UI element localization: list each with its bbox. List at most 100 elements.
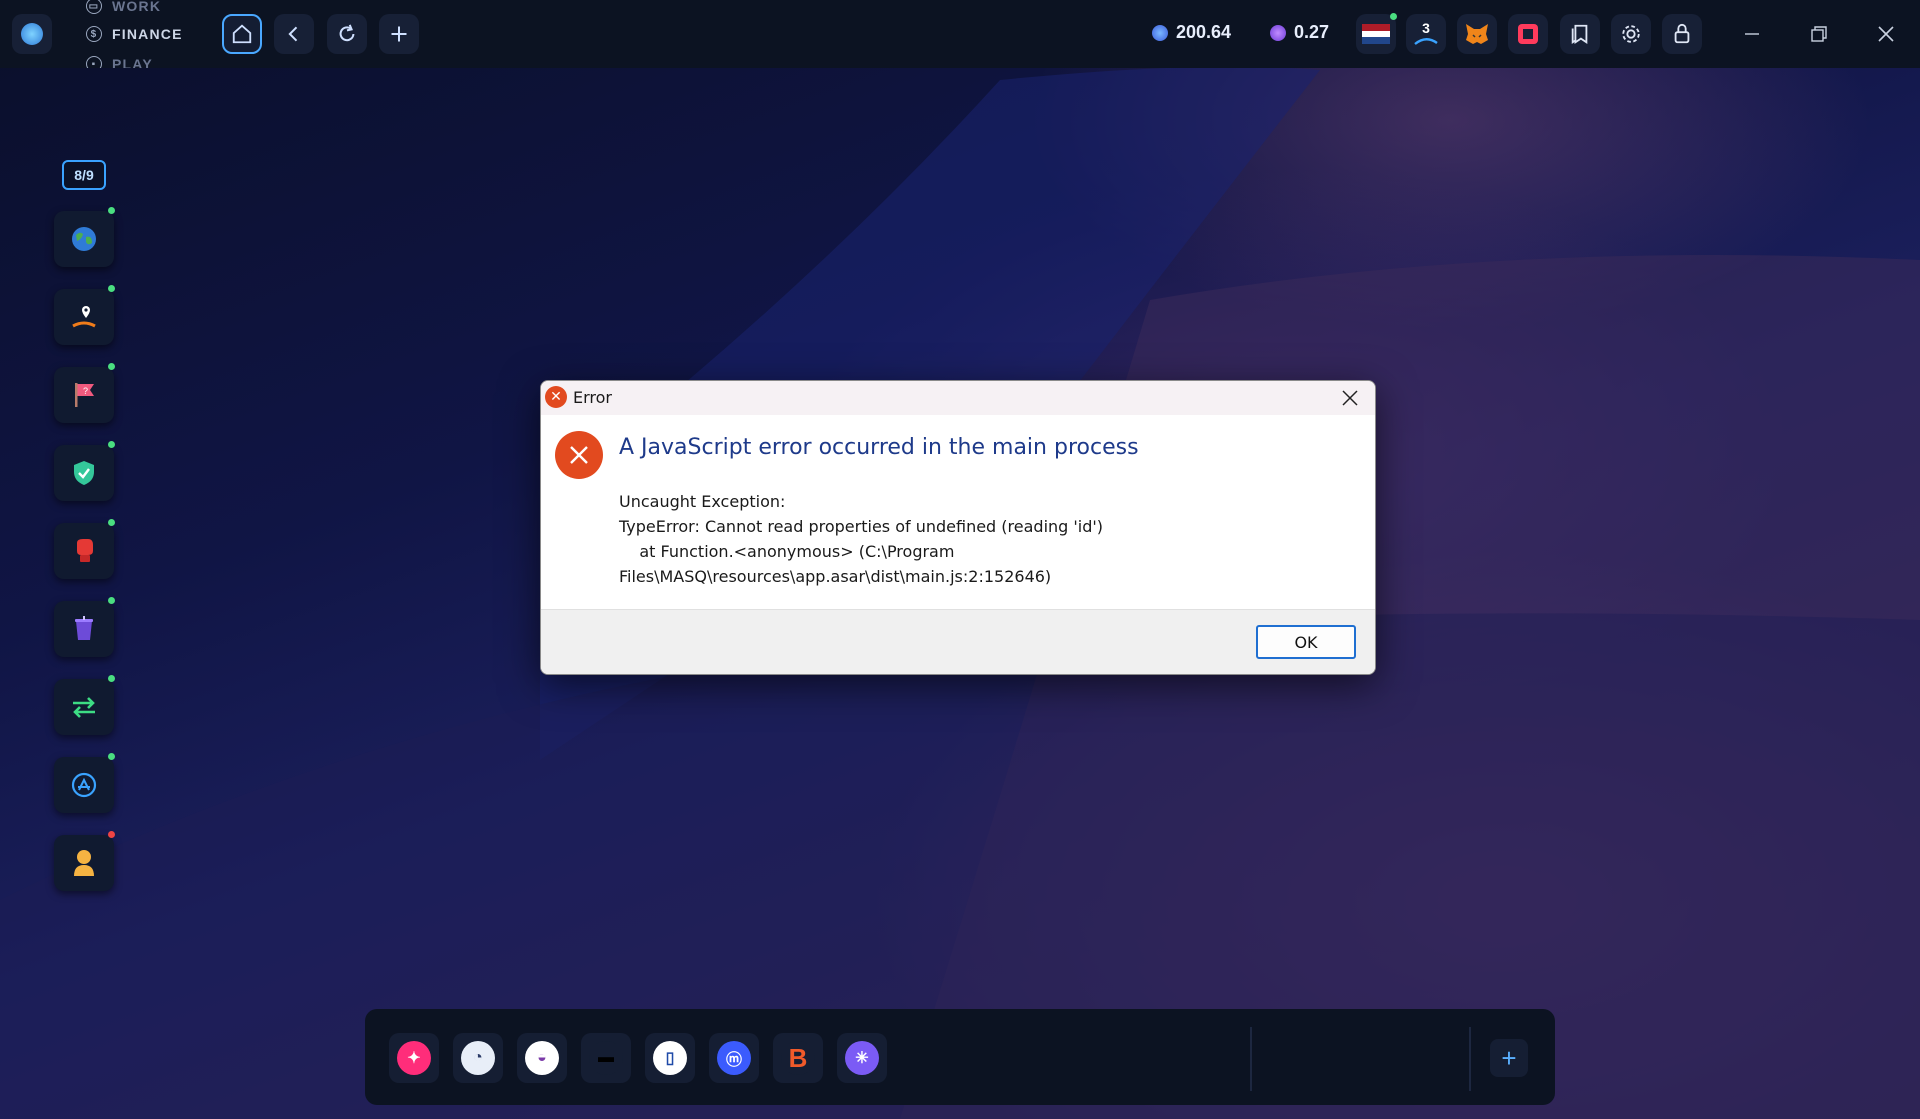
restore-button[interactable] xyxy=(1799,14,1839,54)
mode-finance-label: FINANCE xyxy=(112,26,183,42)
dock-app-snowflake[interactable]: ✳ xyxy=(837,1033,887,1083)
sidebar-item-flag[interactable]: ? xyxy=(54,367,114,423)
mode-switcher[interactable]: ▭ WORK $ FINANCE ▪ PLAY xyxy=(86,0,206,68)
ok-button[interactable]: OK xyxy=(1256,625,1356,659)
dock-app-m[interactable]: ⓜ xyxy=(709,1033,759,1083)
wave-app-icon: ◒ xyxy=(525,1041,559,1075)
mode-finance[interactable]: $ FINANCE xyxy=(86,26,183,42)
reload-button[interactable] xyxy=(327,14,367,54)
workspace-counter[interactable]: 8/9 xyxy=(62,160,106,190)
hat-app-icon: ▬ xyxy=(589,1041,623,1075)
notification-count: 3 xyxy=(1422,20,1430,36)
x-mark-icon xyxy=(570,446,588,464)
sidebar-item-profile[interactable] xyxy=(54,835,114,891)
snowflake-app-icon: ✳ xyxy=(845,1041,879,1075)
square-logo-icon xyxy=(1518,24,1538,44)
notifications-button[interactable]: 3 xyxy=(1406,14,1446,54)
new-tab-button[interactable] xyxy=(379,14,419,54)
dock-app-rocket[interactable]: ✦ xyxy=(389,1033,439,1083)
dialog-message: Uncaught Exception: TypeError: Cannot re… xyxy=(619,492,1104,586)
location-pin-icon xyxy=(72,306,96,328)
chevron-left-icon xyxy=(288,26,298,42)
gear-icon xyxy=(1622,25,1640,43)
portal-app-icon: ▯ xyxy=(653,1041,687,1075)
dialog-body: A JavaScript error occurred in the main … xyxy=(541,415,1375,589)
restore-icon xyxy=(1811,26,1827,42)
status-dot-online xyxy=(108,363,115,370)
netherlands-flag-icon xyxy=(1362,24,1390,44)
balance-primary-value: 200.64 xyxy=(1176,22,1232,42)
status-dot-online xyxy=(108,285,115,292)
dock-app-hat[interactable]: ▬ xyxy=(581,1033,631,1083)
dock-separator xyxy=(1469,1027,1471,1091)
app-store-icon xyxy=(71,772,97,798)
token-icon xyxy=(1152,24,1168,41)
error-icon: ✕ xyxy=(545,386,567,408)
boxing-glove-icon xyxy=(77,539,93,562)
wave-arrow-icon xyxy=(1414,38,1438,45)
status-dot-online xyxy=(108,753,115,760)
dollar-icon: $ xyxy=(86,26,102,42)
minimize-button[interactable] xyxy=(1732,14,1772,54)
error-icon xyxy=(555,431,603,479)
dock-app-swirl[interactable]: ◔ xyxy=(453,1033,503,1083)
rocket-app-icon: ✦ xyxy=(397,1041,431,1075)
balance-primary[interactable]: 200.64 xyxy=(1152,22,1231,43)
back-button[interactable] xyxy=(274,14,314,54)
plus-icon xyxy=(391,26,407,42)
bookmarks-button[interactable] xyxy=(1560,14,1600,54)
m-app-icon: ⓜ xyxy=(717,1041,751,1075)
metamask-button[interactable] xyxy=(1457,14,1497,54)
minimize-icon xyxy=(1745,33,1759,35)
mode-work[interactable]: ▭ WORK xyxy=(86,0,161,14)
lock-icon xyxy=(1674,23,1690,44)
shield-icon xyxy=(74,461,94,485)
close-icon xyxy=(1878,26,1894,42)
sidebar-item-globe[interactable] xyxy=(54,211,114,267)
top-bar: ▭ WORK $ FINANCE ▪ PLAY 200.64 0.27 3 xyxy=(0,0,1920,68)
dialog-title: Error xyxy=(573,388,612,407)
country-selector[interactable] xyxy=(1356,14,1396,54)
sidebar-item-cup[interactable] xyxy=(54,601,114,657)
home-button[interactable] xyxy=(222,14,262,54)
sidebar-item-app-store[interactable] xyxy=(54,757,114,813)
balance-secondary-value: 0.27 xyxy=(1294,22,1330,42)
dock-app-wave[interactable]: ◒ xyxy=(517,1033,567,1083)
close-window-button[interactable] xyxy=(1866,14,1906,54)
status-dot xyxy=(1390,13,1397,20)
settings-button[interactable] xyxy=(1611,14,1651,54)
token-icon xyxy=(1270,24,1286,41)
plus-icon: + xyxy=(1501,1042,1517,1073)
sidebar-item-swap[interactable] xyxy=(54,679,114,735)
dialog-titlebar: ✕ Error xyxy=(541,381,1375,415)
reload-icon xyxy=(339,24,355,42)
flag-icon: ? xyxy=(75,383,94,407)
status-dot-online xyxy=(108,441,115,448)
app-logo-button[interactable] xyxy=(12,14,52,54)
sidebar-item-boxing[interactable] xyxy=(54,523,114,579)
dock-add-button[interactable]: + xyxy=(1490,1039,1528,1077)
app-dock: ✦ ◔ ◒ ▬ ▯ ⓜ B ✳ + xyxy=(365,1009,1555,1105)
sidebar-item-location[interactable] xyxy=(54,289,114,345)
swirl-app-icon: ◔ xyxy=(461,1041,495,1075)
logo-icon xyxy=(21,23,43,45)
dialog-close-button[interactable] xyxy=(1335,384,1365,412)
b-app-icon: B xyxy=(781,1041,815,1075)
mode-play-label: PLAY xyxy=(112,56,153,68)
sidebar-item-shield[interactable] xyxy=(54,445,114,501)
dock-app-portal[interactable]: ▯ xyxy=(645,1033,695,1083)
dock-separator xyxy=(1250,1027,1252,1091)
balance-secondary[interactable]: 0.27 xyxy=(1270,22,1329,43)
person-icon xyxy=(74,850,94,876)
error-dialog: ✕ Error A JavaScript error occurred in t… xyxy=(540,380,1376,675)
square-app-button[interactable] xyxy=(1508,14,1548,54)
mode-play[interactable]: ▪ PLAY xyxy=(86,56,153,68)
status-dot-online xyxy=(108,519,115,526)
svg-text:?: ? xyxy=(83,386,88,396)
lock-button[interactable] xyxy=(1662,14,1702,54)
dialog-heading: A JavaScript error occurred in the main … xyxy=(619,435,1139,460)
status-dot-online xyxy=(108,675,115,682)
dock-app-b[interactable]: B xyxy=(773,1033,823,1083)
globe-icon xyxy=(72,227,96,251)
close-icon xyxy=(1342,390,1358,406)
